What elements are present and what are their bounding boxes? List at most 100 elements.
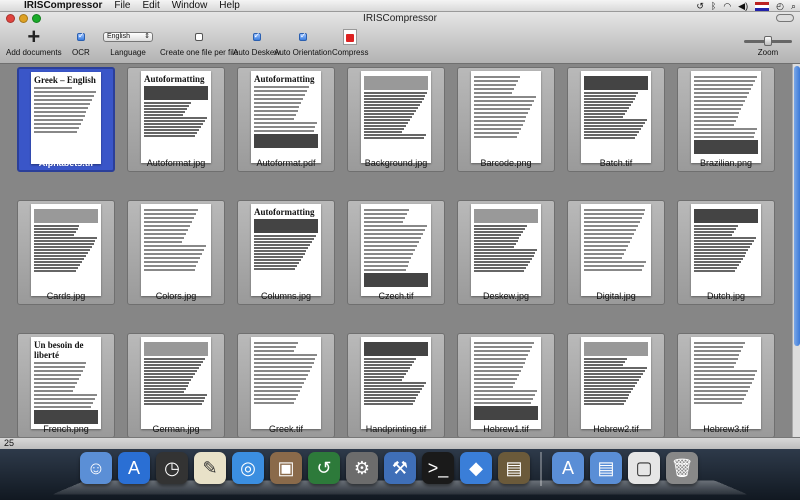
create-one-file-check-icon[interactable] bbox=[195, 33, 204, 41]
document-filename: Hebrew1.tif bbox=[483, 424, 529, 434]
zoom-slider-knob[interactable] bbox=[764, 35, 772, 46]
menu-bar: IRISCompressor File Edit Window Help ↺ ᛒ… bbox=[0, 0, 800, 12]
thumbnail-frame[interactable]: Autoformatting bbox=[127, 67, 225, 172]
page-text-lines bbox=[364, 358, 428, 405]
thumbnail-frame[interactable] bbox=[567, 333, 665, 438]
main-window: IRISCompressor + Add documents OCR Engli… bbox=[0, 12, 800, 449]
iris-compressor-icon[interactable]: ◆ bbox=[460, 452, 492, 484]
thumbnail-frame[interactable] bbox=[677, 200, 775, 305]
ocr-check-icon[interactable] bbox=[76, 31, 85, 41]
bluetooth-icon[interactable]: ᛒ bbox=[711, 1, 716, 11]
document-thumbnail[interactable]: Autoformatting Autoformat.jpg bbox=[127, 64, 225, 197]
preview-icon[interactable]: ▣ bbox=[270, 452, 302, 484]
applications-folder-icon[interactable]: A bbox=[552, 452, 584, 484]
document-filename: French.png bbox=[43, 424, 89, 434]
page-preview bbox=[691, 71, 761, 163]
menu-window[interactable]: Window bbox=[166, 0, 214, 11]
vertical-scrollbar[interactable] bbox=[792, 64, 800, 437]
scrollbar-thumb[interactable] bbox=[794, 66, 800, 346]
zoom-slider[interactable] bbox=[744, 35, 792, 46]
wifi-icon[interactable]: ◠ bbox=[723, 1, 731, 12]
auto-orientation-check-icon[interactable] bbox=[298, 31, 307, 41]
page-preview bbox=[141, 337, 211, 429]
auto-deskew-check-icon[interactable] bbox=[252, 31, 261, 41]
thumbnail-frame[interactable]: Greek – English bbox=[17, 67, 115, 172]
document-thumbnail[interactable]: Barcode.png bbox=[457, 64, 555, 197]
auto-orientation-label: Auto Orientation bbox=[274, 48, 332, 57]
document-thumbnail[interactable]: Dutch.jpg bbox=[677, 197, 775, 330]
page-text-lines bbox=[584, 92, 648, 139]
thumbnail-frame[interactable] bbox=[127, 333, 225, 438]
thumbnail-frame[interactable] bbox=[457, 333, 555, 438]
document-grid-area: Greek – English Alphabets.tif Autoformatti… bbox=[0, 64, 792, 438]
document-thumbnail[interactable]: Brazilian.png bbox=[677, 64, 775, 197]
document-filename: Hebrew3.tif bbox=[703, 424, 749, 434]
terminal-icon[interactable]: >_ bbox=[422, 452, 454, 484]
thumbnail-frame[interactable] bbox=[567, 67, 665, 172]
document-thumbnail[interactable]: Cards.jpg bbox=[17, 197, 115, 330]
thumbnail-frame[interactable]: Autoformatting bbox=[237, 67, 335, 172]
menu-app-name[interactable]: IRISCompressor bbox=[18, 0, 108, 11]
thumbnail-frame[interactable] bbox=[457, 67, 555, 172]
create-one-file-checkbox[interactable]: Create one file per file bbox=[160, 26, 238, 57]
clock-icon[interactable]: ◴ bbox=[776, 1, 784, 12]
thumbnail-frame[interactable] bbox=[347, 333, 445, 438]
language-dropdown[interactable]: English bbox=[103, 32, 153, 42]
thumbnail-frame[interactable]: Autoformatting bbox=[237, 200, 335, 305]
document-thumbnail[interactable]: Czech.tif bbox=[347, 197, 445, 330]
thumbnail-frame[interactable] bbox=[677, 333, 775, 438]
documents-folder-icon[interactable]: ▤ bbox=[590, 452, 622, 484]
thumbnail-frame[interactable] bbox=[127, 200, 225, 305]
language-label: Language bbox=[110, 48, 146, 57]
page-preview bbox=[471, 337, 541, 429]
menu-extras: ↺ ᛒ ◠ ◀) ◴ ⌕ bbox=[696, 0, 796, 12]
page-image-block bbox=[584, 342, 648, 356]
thumbnail-frame[interactable] bbox=[347, 67, 445, 172]
time-machine-menu-icon[interactable]: ↺ bbox=[696, 1, 704, 12]
document-thumbnail[interactable]: Autoformatting Autoformat.pdf bbox=[237, 64, 335, 197]
document-thumbnail[interactable]: Colors.jpg bbox=[127, 197, 225, 330]
menu-edit[interactable]: Edit bbox=[136, 0, 165, 11]
thumbnail-frame[interactable] bbox=[347, 200, 445, 305]
document-thumbnail[interactable]: Greek – English Alphabets.tif bbox=[17, 64, 115, 197]
toolbar-toggle-button[interactable] bbox=[776, 14, 794, 22]
trash-icon[interactable]: 🗑 bbox=[666, 452, 698, 484]
add-documents-button[interactable]: + Add documents bbox=[6, 26, 62, 58]
thumbnail-frame[interactable] bbox=[677, 67, 775, 172]
xcode-icon[interactable]: ⚒ bbox=[384, 452, 416, 484]
volume-icon[interactable]: ◀) bbox=[738, 1, 748, 12]
document-filename: Background.jpg bbox=[364, 158, 428, 168]
system-preferences-icon[interactable]: ⚙ bbox=[346, 452, 378, 484]
language-select[interactable]: English Language bbox=[103, 26, 153, 57]
safari-icon[interactable]: ◎ bbox=[232, 452, 264, 484]
time-machine-icon[interactable]: ↺ bbox=[308, 452, 340, 484]
ocr-checkbox[interactable]: OCR bbox=[72, 26, 90, 57]
archive-utility-icon[interactable]: ▤ bbox=[498, 452, 530, 484]
document-thumbnail[interactable]: Background.jpg bbox=[347, 64, 445, 197]
page-preview bbox=[471, 71, 541, 163]
input-source-flag-icon[interactable] bbox=[755, 1, 770, 11]
compress-button[interactable]: Compress bbox=[332, 26, 368, 57]
menu-file[interactable]: File bbox=[108, 0, 136, 11]
document-thumbnail[interactable]: Autoformatting Columns.jpg bbox=[237, 197, 335, 330]
auto-orientation-checkbox[interactable]: Auto Orientation bbox=[274, 26, 332, 57]
thumbnail-frame[interactable] bbox=[567, 200, 665, 305]
document-grid: Greek – English Alphabets.tif Autoformatti… bbox=[17, 64, 775, 463]
thumbnail-frame[interactable] bbox=[17, 200, 115, 305]
document-icon[interactable]: ▢ bbox=[628, 452, 660, 484]
dashboard-icon[interactable]: ◷ bbox=[156, 452, 188, 484]
document-thumbnail[interactable]: Digital.jpg bbox=[567, 197, 665, 330]
menu-help[interactable]: Help bbox=[213, 0, 246, 11]
page-preview bbox=[691, 204, 761, 296]
spotlight-icon[interactable]: ⌕ bbox=[791, 1, 796, 12]
thumbnail-frame[interactable] bbox=[457, 200, 555, 305]
page-text-lines bbox=[34, 362, 98, 408]
page-preview: Autoformatting bbox=[251, 71, 321, 163]
textedit-icon[interactable]: ✎ bbox=[194, 452, 226, 484]
document-thumbnail[interactable]: Batch.tif bbox=[567, 64, 665, 197]
thumbnail-frame[interactable] bbox=[237, 333, 335, 438]
app-store-icon[interactable]: A bbox=[118, 452, 150, 484]
thumbnail-frame[interactable]: Un besoin de liberté bbox=[17, 333, 115, 438]
document-thumbnail[interactable]: Deskew.jpg bbox=[457, 197, 555, 330]
finder-icon[interactable]: ☺ bbox=[80, 452, 112, 484]
